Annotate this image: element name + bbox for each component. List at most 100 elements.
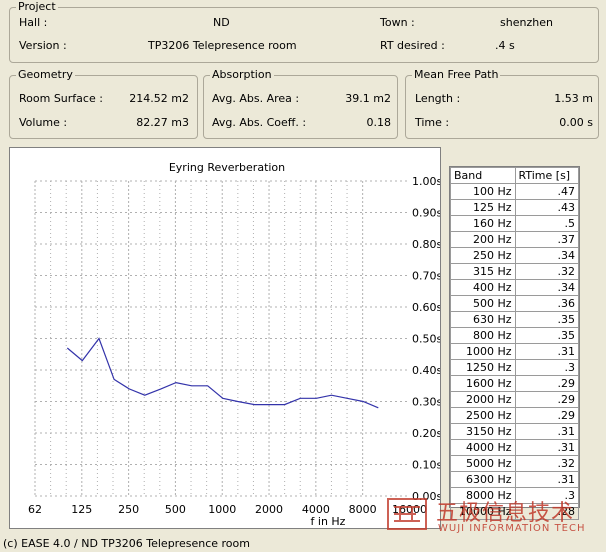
rt-table-body: 100 Hz .47 125 Hz .43 160 Hz .5 200 Hz .37 250 H… <box>450 183 580 520</box>
table-row: 800 Hz .35 <box>450 327 580 344</box>
geometry-group: Geometry Room Surface : 214.52 m2 Volume… <box>9 68 198 139</box>
y-tick-label: 0.50s <box>412 333 440 346</box>
rtime-cell: .43 <box>514 199 580 216</box>
rtime-column-header: RTime [s] <box>514 167 580 184</box>
absorption-group: Absorption Avg. Abs. Area : 39.1 m2 Avg.… <box>203 68 398 139</box>
avg-abs-coeff-label: Avg. Abs. Coeff. : <box>212 116 307 129</box>
rtime-cell: .31 <box>514 343 580 360</box>
band-cell: 1000 Hz <box>450 343 516 360</box>
x-tick-label: 250 <box>118 503 139 516</box>
y-axis-ticks: 1.00s 0.90s 0.80s 0.70s 0.60s 0.50s 0.40s 0.30s… <box>412 175 442 503</box>
band-cell: 500 Hz <box>450 295 516 312</box>
town-label: Town : <box>380 16 415 29</box>
absorption-group-title: Absorption <box>210 68 274 81</box>
y-tick-label: 0.60s <box>412 301 440 314</box>
hall-value: ND <box>213 16 230 29</box>
rtime-cell: .31 <box>514 439 580 456</box>
volume-label: Volume : <box>19 116 68 129</box>
wuji-logo-icon <box>387 498 427 530</box>
rtime-cell: .36 <box>514 295 580 312</box>
rtime-cell: .37 <box>514 231 580 248</box>
avg-abs-area-label: Avg. Abs. Area : <box>212 92 300 105</box>
rtime-cell: .31 <box>514 423 580 440</box>
watermark-en-text: WUJI INFORMATION TECH <box>438 523 586 534</box>
table-row: 2000 Hz .29 <box>450 391 580 408</box>
band-cell: 315 Hz <box>450 263 516 280</box>
rtime-cell: .32 <box>514 455 580 472</box>
band-cell: 250 Hz <box>450 247 516 264</box>
avg-abs-area-value: 39.1 m2 <box>345 92 391 105</box>
band-cell: 800 Hz <box>450 327 516 344</box>
table-row: 630 Hz .35 <box>450 311 580 328</box>
room-surface-label: Room Surface : <box>19 92 103 105</box>
band-cell: 125 Hz <box>450 199 516 216</box>
table-row: 200 Hz .37 <box>450 231 580 248</box>
rt-table: Band RTime [s] 100 Hz .47 125 Hz .43 160 Hz.… <box>450 167 580 520</box>
rtime-cell: .29 <box>514 375 580 392</box>
x-tick-label: 500 <box>165 503 186 516</box>
rtime-cell: .32 <box>514 263 580 280</box>
rtime-cell: .31 <box>514 471 580 488</box>
band-cell: 4000 Hz <box>450 439 516 456</box>
volume-value: 82.27 m3 <box>136 116 189 129</box>
table-row: 6300 Hz .31 <box>450 471 580 488</box>
table-row: 400 Hz .34 <box>450 279 580 296</box>
band-column-header: Band <box>450 167 516 184</box>
chart-title: Eyring Reverberation <box>169 161 285 174</box>
avg-abs-coeff-value: 0.18 <box>366 116 392 129</box>
reverberation-chart-panel: Eyring Reverberation 1.00s 0.90s 0.80s 0.70… <box>9 147 442 529</box>
time-value: 0.00 s <box>559 116 593 129</box>
rtime-cell: .3 <box>514 359 580 376</box>
table-row: 100 Hz .47 <box>450 183 580 200</box>
table-row: 2500 Hz .29 <box>450 407 580 424</box>
reverberation-chart: Eyring Reverberation 1.00s 0.90s 0.80s 0.70… <box>28 161 442 528</box>
rtime-cell: .29 <box>514 407 580 424</box>
y-tick-label: 0.40s <box>412 364 440 377</box>
hall-label: Hall : <box>19 16 48 29</box>
y-tick-label: 1.00s <box>412 175 440 188</box>
rt-desired-value: .4 s <box>495 39 515 52</box>
rtime-cell: .5 <box>514 215 580 232</box>
band-cell: 100 Hz <box>450 183 516 200</box>
band-cell: 200 Hz <box>450 231 516 248</box>
table-row: 315 Hz .32 <box>450 263 580 280</box>
y-tick-label: 0.70s <box>412 270 440 283</box>
rtime-cell: .35 <box>514 327 580 344</box>
mean-free-path-group: Mean Free Path Length : 1.53 m Time : 0.… <box>405 68 599 139</box>
version-label: Version : <box>19 39 67 52</box>
rt-table-header-row: Band RTime [s] <box>450 167 580 184</box>
band-cell: 6300 Hz <box>450 471 516 488</box>
table-row: 250 Hz .34 <box>450 247 580 264</box>
rtime-cell: .29 <box>514 391 580 408</box>
x-axis-label: f in Hz <box>311 515 346 528</box>
table-row: 4000 Hz .31 <box>450 439 580 456</box>
table-row: 3150 Hz .31 <box>450 423 580 440</box>
y-tick-label: 0.10s <box>412 459 440 472</box>
project-group: Project Hall : ND Town : shenzhen Versio… <box>9 0 599 63</box>
version-value: TP3206 Telepresence room <box>148 39 297 52</box>
rtime-cell: .47 <box>514 183 580 200</box>
band-cell: 2500 Hz <box>450 407 516 424</box>
mean-free-path-title: Mean Free Path <box>412 68 501 81</box>
y-tick-label: 0.90s <box>412 207 440 220</box>
length-value: 1.53 m <box>554 92 593 105</box>
rtime-cell: .35 <box>514 311 580 328</box>
rtime-cell: .34 <box>514 279 580 296</box>
watermark: 五极信息技术 WUJI INFORMATION TECH <box>386 495 604 539</box>
rt-table-panel: Band RTime [s] 100 Hz .47 125 Hz .43 160 Hz.… <box>449 166 580 520</box>
band-cell: 3150 Hz <box>450 423 516 440</box>
y-tick-label: 0.30s <box>412 396 440 409</box>
band-cell: 400 Hz <box>450 279 516 296</box>
table-row: 5000 Hz .32 <box>450 455 580 472</box>
rtime-cell: .34 <box>514 247 580 264</box>
x-tick-label: 8000 <box>349 503 377 516</box>
band-cell: 1250 Hz <box>450 359 516 376</box>
table-row: 160 Hz .5 <box>450 215 580 232</box>
time-label: Time : <box>415 116 450 129</box>
band-cell: 5000 Hz <box>450 455 516 472</box>
table-row: 1250 Hz .3 <box>450 359 580 376</box>
band-cell: 2000 Hz <box>450 391 516 408</box>
town-value: shenzhen <box>500 16 553 29</box>
room-surface-value: 214.52 m2 <box>129 92 189 105</box>
x-tick-label: 62 <box>28 503 42 516</box>
